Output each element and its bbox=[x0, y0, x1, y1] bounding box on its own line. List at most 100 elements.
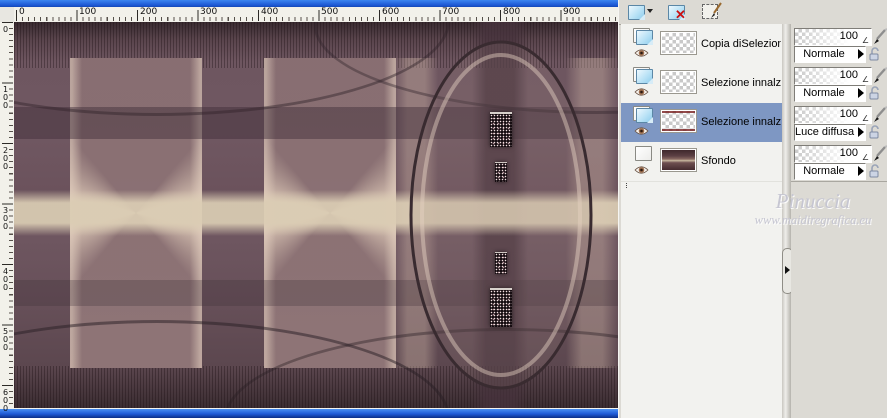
h-ruler-label: 900 bbox=[563, 7, 581, 17]
blend-mode-dropdown[interactable]: Normale bbox=[794, 85, 866, 102]
layer-visibility-eye-icon[interactable] bbox=[634, 165, 649, 175]
ruler-corner-box bbox=[0, 7, 15, 23]
brush-variance-button[interactable] bbox=[872, 67, 887, 84]
h-ruler-label: 600 bbox=[382, 7, 400, 17]
slider-corner-icon: ∠ bbox=[861, 75, 869, 84]
v-ruler-label: 300 bbox=[1, 206, 10, 230]
h-ruler-label: 800 bbox=[503, 7, 521, 17]
edit-selection-button[interactable] bbox=[701, 2, 727, 22]
blend-mode-value: Normale bbox=[803, 165, 845, 177]
brush-icon bbox=[711, 2, 722, 18]
new-layer-button[interactable] bbox=[627, 2, 653, 22]
layer-page-front-icon bbox=[636, 30, 653, 45]
layer-visibility-eye-icon[interactable] bbox=[634, 48, 649, 58]
v-ruler-label: 600 bbox=[1, 388, 10, 412]
chevron-down-icon[interactable] bbox=[647, 9, 653, 13]
h-ruler-label: 400 bbox=[261, 7, 279, 17]
layer-row-sfondo[interactable]: Sfondo bbox=[621, 142, 782, 182]
background-window-titlebar-edge[interactable] bbox=[0, 0, 618, 7]
canvas-art-glitter-square bbox=[495, 252, 507, 274]
opacity-slider[interactable]: 100 ∠ bbox=[794, 28, 872, 46]
blend-mode-dropdown[interactable]: Luce diffusa bbox=[794, 124, 866, 141]
layer-thumbnail[interactable] bbox=[660, 31, 697, 55]
opacity-value: 100 bbox=[839, 147, 858, 159]
image-canvas[interactable] bbox=[14, 22, 618, 408]
layer-page-icon bbox=[635, 146, 652, 161]
brush-variance-button[interactable] bbox=[872, 28, 887, 45]
layer-controls-row: 100 ∠ Normale bbox=[791, 64, 887, 104]
layers-palette-toolbar: ✕ bbox=[619, 0, 887, 25]
blend-mode-value: Luce diffusa bbox=[795, 126, 855, 138]
raster-layer-icon bbox=[633, 106, 655, 124]
v-ruler-label: 200 bbox=[1, 146, 10, 170]
layer-visibility-eye-icon[interactable] bbox=[634, 87, 649, 97]
layer-thumbnail[interactable] bbox=[660, 148, 697, 172]
v-ruler-label: 0 bbox=[1, 25, 10, 33]
delete-x-icon: ✕ bbox=[675, 7, 686, 22]
canvas-art-glitter-square bbox=[495, 162, 507, 182]
layer-name: Selezione innalzata bbox=[701, 77, 781, 89]
lock-transparency-button[interactable] bbox=[867, 86, 882, 101]
layer-page-front-icon bbox=[636, 108, 653, 123]
opacity-value: 100 bbox=[839, 108, 858, 120]
canvas-art-glitter-square bbox=[490, 288, 512, 327]
raster-layer-icon bbox=[633, 28, 655, 46]
v-ruler-label: 100 bbox=[1, 85, 10, 109]
h-ruler-label: 0 bbox=[19, 7, 25, 17]
background-window-titlebar-bottom[interactable] bbox=[0, 409, 620, 418]
layer-name: Copia diSelezione inn bbox=[701, 38, 781, 50]
h-ruler-label: 500 bbox=[321, 7, 339, 17]
dropdown-arrow-icon[interactable] bbox=[858, 127, 864, 137]
v-ruler-label: 500 bbox=[1, 327, 10, 351]
slider-corner-icon: ∠ bbox=[861, 153, 869, 162]
lock-transparency-button[interactable] bbox=[867, 47, 882, 62]
layer-thumbnail[interactable] bbox=[660, 70, 697, 94]
horizontal-ruler: 0 100 200 300 400 500 600 700 800 900 bbox=[14, 7, 618, 23]
background-layer-icon bbox=[633, 145, 655, 163]
opacity-slider[interactable]: 100 ∠ bbox=[794, 145, 872, 163]
layer-controls-row: 100 ∠ Luce diffusa bbox=[791, 103, 887, 143]
layer-row-selezione-innalzata[interactable]: Selezione innalzata bbox=[621, 64, 782, 104]
blend-mode-dropdown[interactable]: Normale bbox=[794, 46, 866, 63]
layer-name: Sfondo bbox=[701, 155, 736, 167]
slider-corner-icon: ∠ bbox=[861, 114, 869, 123]
brush-variance-button[interactable] bbox=[872, 145, 887, 162]
layer-thumbnail[interactable] bbox=[660, 109, 697, 133]
delete-layer-button[interactable]: ✕ bbox=[667, 2, 693, 22]
blend-mode-value: Normale bbox=[803, 87, 845, 99]
layer-name: Selezione innalzata 1 bbox=[701, 116, 781, 128]
canvas-art-glitter-square bbox=[490, 112, 512, 147]
lock-transparency-button[interactable] bbox=[867, 164, 882, 179]
layer-row-copia-diselezione[interactable]: Copia diSelezione inn bbox=[621, 25, 782, 65]
brush-variance-button[interactable] bbox=[872, 106, 887, 123]
opacity-slider[interactable]: 100 ∠ bbox=[794, 106, 872, 124]
raster-layer-icon bbox=[633, 67, 655, 85]
dropdown-arrow-icon[interactable] bbox=[858, 49, 864, 59]
opacity-value: 100 bbox=[839, 30, 858, 42]
h-ruler-label: 700 bbox=[442, 7, 460, 17]
vertical-ruler: 0 100 200 300 400 500 600 bbox=[0, 22, 15, 412]
dropdown-arrow-icon[interactable] bbox=[858, 88, 864, 98]
app-window: 0 100 200 300 400 500 600 700 800 900 0 … bbox=[0, 0, 887, 418]
layer-row-selezione-innalzata-1[interactable]: Selezione innalzata 1 bbox=[621, 103, 782, 143]
layer-controls-row: 100 ∠ Normale bbox=[791, 142, 887, 182]
new-layer-icon bbox=[628, 5, 645, 20]
canvas-art-lens bbox=[409, 40, 593, 390]
watermark-name: Pinuccia bbox=[775, 189, 851, 213]
slider-corner-icon: ∠ bbox=[861, 36, 869, 45]
watermark: Pinuccia www.maidiregrafica.eu bbox=[740, 190, 886, 228]
opacity-value: 100 bbox=[839, 69, 858, 81]
h-ruler-label: 200 bbox=[140, 7, 158, 17]
blend-mode-value: Normale bbox=[803, 48, 845, 60]
h-ruler-label: 100 bbox=[79, 7, 97, 17]
lock-transparency-button[interactable] bbox=[867, 125, 882, 140]
layer-page-front-icon bbox=[636, 69, 653, 84]
layer-visibility-eye-icon[interactable] bbox=[634, 126, 649, 136]
h-ruler-label: 300 bbox=[200, 7, 218, 17]
opacity-slider[interactable]: 100 ∠ bbox=[794, 67, 872, 85]
layer-controls-row: 100 ∠ Normale bbox=[791, 25, 887, 65]
dropdown-arrow-icon[interactable] bbox=[858, 166, 864, 176]
blend-mode-dropdown[interactable]: Normale bbox=[794, 163, 866, 180]
v-ruler-label: 400 bbox=[1, 267, 10, 291]
watermark-url: www.maidiregrafica.eu bbox=[754, 213, 872, 227]
